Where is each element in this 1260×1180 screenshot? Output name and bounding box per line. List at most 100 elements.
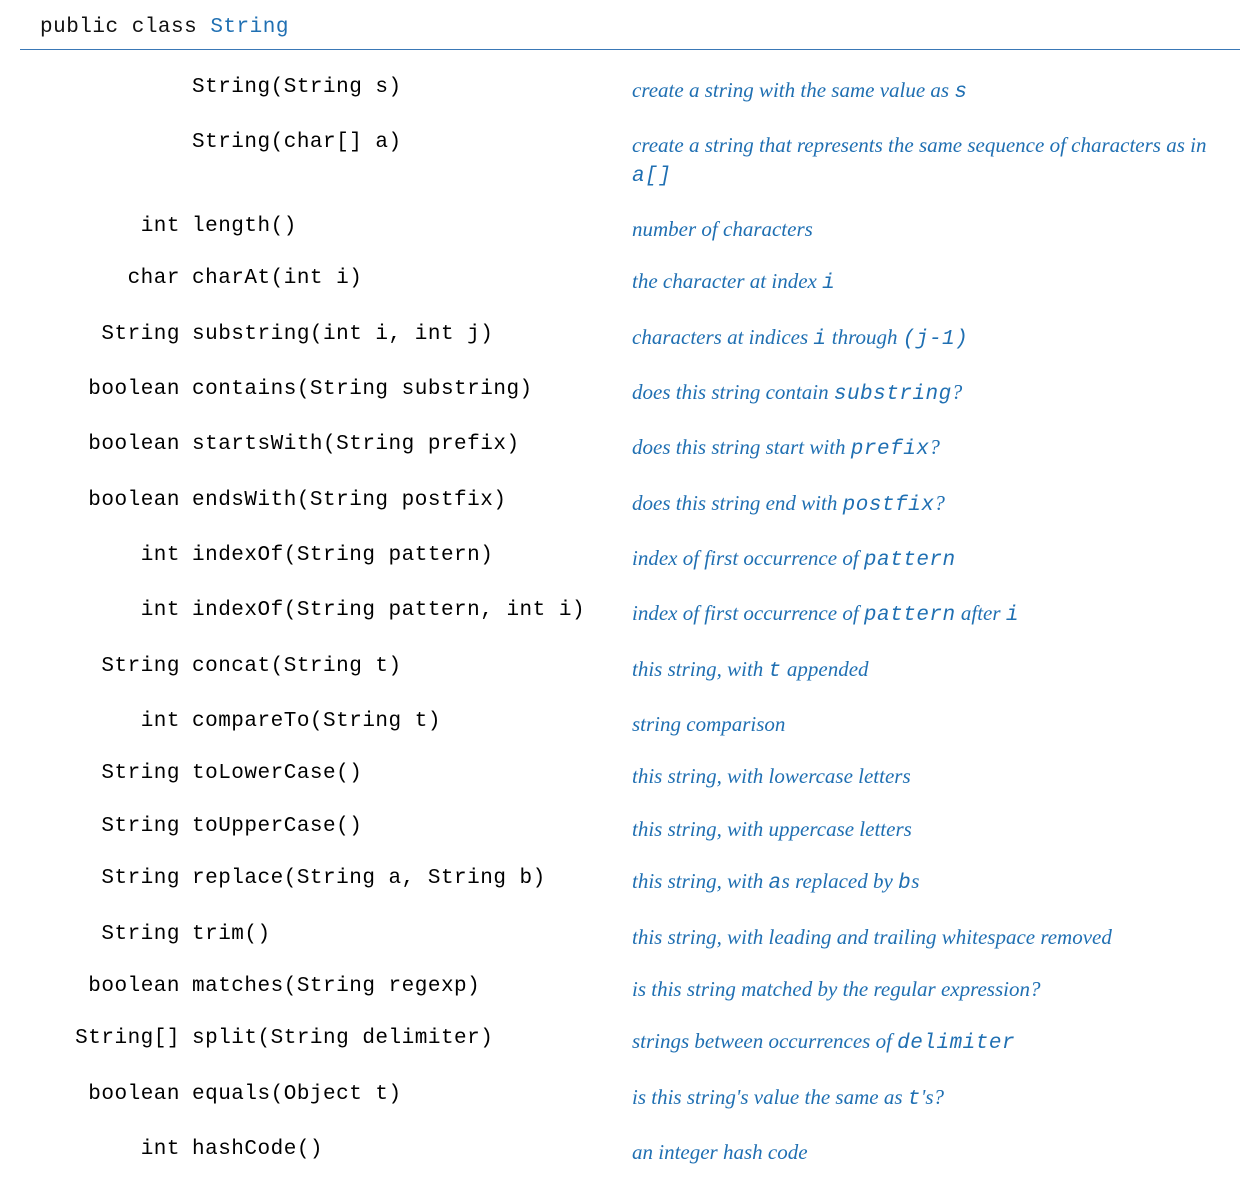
return-type: String bbox=[20, 815, 192, 838]
class-prefix: public class bbox=[40, 16, 210, 39]
desc-code: t bbox=[908, 1088, 921, 1111]
desc-text: an integer hash code bbox=[632, 1140, 808, 1164]
method-description: this string, with uppercase letters bbox=[632, 815, 1240, 843]
desc-code: t bbox=[769, 660, 782, 683]
desc-code: i bbox=[813, 328, 826, 351]
method-description: is this string matched by the regular ex… bbox=[632, 975, 1240, 1003]
desc-code: s bbox=[954, 81, 967, 104]
desc-text: characters at indices bbox=[632, 325, 813, 349]
class-declaration: public class String bbox=[20, 10, 1240, 50]
method-signature: endsWith(String postfix) bbox=[192, 489, 632, 512]
method-description: index of first occurrence of pattern bbox=[632, 544, 1240, 575]
desc-text: this string, with uppercase letters bbox=[632, 817, 912, 841]
method-signature: concat(String t) bbox=[192, 655, 632, 678]
return-type: String bbox=[20, 323, 192, 346]
method-description: characters at indices i through (j-1) bbox=[632, 323, 1240, 354]
api-row: intcompareTo(String t)string comparison bbox=[20, 698, 1240, 750]
desc-text: this string, with bbox=[632, 869, 769, 893]
api-row: booleanmatches(String regexp)is this str… bbox=[20, 963, 1240, 1015]
method-description: this string, with as replaced by bs bbox=[632, 867, 1240, 898]
return-type: int bbox=[20, 544, 192, 567]
method-description: string comparison bbox=[632, 710, 1240, 738]
method-signature: toUpperCase() bbox=[192, 815, 632, 838]
method-signature: toLowerCase() bbox=[192, 762, 632, 785]
desc-text: strings between occurrences of bbox=[632, 1029, 897, 1053]
desc-text: through bbox=[827, 325, 903, 349]
api-row: Stringtrim()this string, with leading an… bbox=[20, 911, 1240, 963]
method-description: does this string end with postfix? bbox=[632, 489, 1240, 520]
desc-code: substring bbox=[834, 383, 952, 406]
api-row: intlength()number of characters bbox=[20, 203, 1240, 255]
method-description: create a string with the same value as s bbox=[632, 76, 1240, 107]
desc-text: number of characters bbox=[632, 217, 813, 241]
method-signature: contains(String substring) bbox=[192, 378, 632, 401]
desc-text: ? bbox=[929, 435, 940, 459]
return-type: int bbox=[20, 215, 192, 238]
desc-text: is this string matched by the regular ex… bbox=[632, 977, 1041, 1001]
method-signature: substring(int i, int j) bbox=[192, 323, 632, 346]
method-description: is this string's value the same as t's? bbox=[632, 1083, 1240, 1114]
desc-code: postfix bbox=[843, 494, 935, 517]
return-type: String bbox=[20, 923, 192, 946]
desc-code: prefix bbox=[851, 438, 930, 461]
api-row: booleancontains(String substring)does th… bbox=[20, 366, 1240, 421]
method-description: this string, with leading and trailing w… bbox=[632, 923, 1240, 951]
api-row: String(String s)create a string with the… bbox=[20, 64, 1240, 119]
desc-code: a bbox=[769, 872, 782, 895]
desc-code: b bbox=[898, 872, 911, 895]
return-type: int bbox=[20, 599, 192, 622]
method-description: an integer hash code bbox=[632, 1138, 1240, 1166]
return-type: int bbox=[20, 710, 192, 733]
method-description: strings between occurrences of delimiter bbox=[632, 1027, 1240, 1058]
return-type: String bbox=[20, 867, 192, 890]
method-signature: hashCode() bbox=[192, 1138, 632, 1161]
desc-text: ? bbox=[934, 491, 945, 515]
api-row: intindexOf(String pattern, int i)index o… bbox=[20, 587, 1240, 642]
desc-text: create a string that represents the same… bbox=[632, 133, 1206, 157]
desc-text: 's? bbox=[921, 1085, 944, 1109]
return-type: boolean bbox=[20, 433, 192, 456]
method-signature: startsWith(String prefix) bbox=[192, 433, 632, 456]
desc-text: s replaced by bbox=[782, 869, 898, 893]
api-table: String(String s)create a string with the… bbox=[20, 64, 1240, 1178]
api-row: StringtoUpperCase()this string, with upp… bbox=[20, 803, 1240, 855]
api-row: Stringconcat(String t)this string, with … bbox=[20, 643, 1240, 698]
return-type: boolean bbox=[20, 1083, 192, 1106]
desc-text: after bbox=[956, 601, 1006, 625]
api-row: Stringreplace(String a, String b)this st… bbox=[20, 855, 1240, 910]
api-row: booleanstartsWith(String prefix)does thi… bbox=[20, 421, 1240, 476]
method-signature: charAt(int i) bbox=[192, 267, 632, 290]
return-type: boolean bbox=[20, 489, 192, 512]
desc-text: the character at index bbox=[632, 269, 822, 293]
return-type: boolean bbox=[20, 378, 192, 401]
method-description: does this string contain substring? bbox=[632, 378, 1240, 409]
desc-text: is this string's value the same as bbox=[632, 1085, 908, 1109]
method-description: this string, with t appended bbox=[632, 655, 1240, 686]
desc-code: a[] bbox=[632, 165, 671, 188]
api-row: String[]split(String delimiter)strings b… bbox=[20, 1015, 1240, 1070]
method-signature: String(String s) bbox=[192, 76, 632, 99]
api-row: intindexOf(String pattern)index of first… bbox=[20, 532, 1240, 587]
method-signature: String(char[] a) bbox=[192, 131, 632, 154]
desc-code: pattern bbox=[864, 604, 956, 627]
api-row: StringtoLowerCase()this string, with low… bbox=[20, 750, 1240, 802]
desc-text: ? bbox=[952, 380, 963, 404]
return-type: String bbox=[20, 762, 192, 785]
method-signature: compareTo(String t) bbox=[192, 710, 632, 733]
method-signature: indexOf(String pattern, int i) bbox=[192, 599, 632, 622]
return-type: String[] bbox=[20, 1027, 192, 1050]
desc-text: this string, with lowercase letters bbox=[632, 764, 911, 788]
desc-code: i bbox=[822, 272, 835, 295]
return-type: String bbox=[20, 655, 192, 678]
method-description: this string, with lowercase letters bbox=[632, 762, 1240, 790]
method-signature: equals(Object t) bbox=[192, 1083, 632, 1106]
method-signature: trim() bbox=[192, 923, 632, 946]
desc-text: does this string end with bbox=[632, 491, 843, 515]
desc-text: does this string start with bbox=[632, 435, 851, 459]
desc-text: does this string contain bbox=[632, 380, 834, 404]
desc-code: (j-1) bbox=[903, 328, 969, 351]
method-signature: length() bbox=[192, 215, 632, 238]
desc-text: this string, with leading and trailing w… bbox=[632, 925, 1112, 949]
desc-code: i bbox=[1006, 604, 1019, 627]
method-signature: matches(String regexp) bbox=[192, 975, 632, 998]
